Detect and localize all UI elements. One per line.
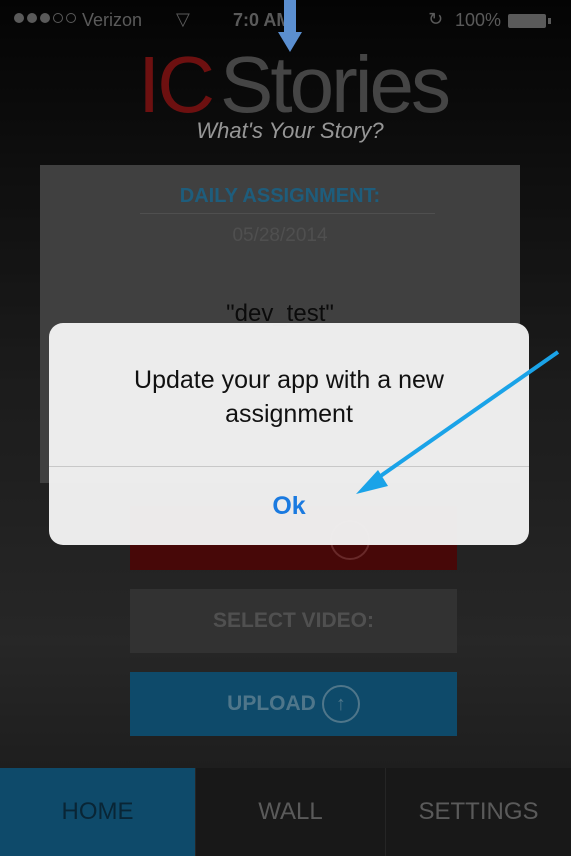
- alert-message: Update your app with a new assignment: [134, 366, 444, 428]
- annotation-down-arrow-icon: [278, 0, 302, 52]
- alert-dialog: Update your app with a new assignment Ok: [49, 323, 529, 545]
- alert-ok-button[interactable]: Ok: [49, 467, 529, 545]
- app-screen: Verizon ▽ 7:0 AM ↻ 100% IC Stories What'…: [0, 0, 571, 856]
